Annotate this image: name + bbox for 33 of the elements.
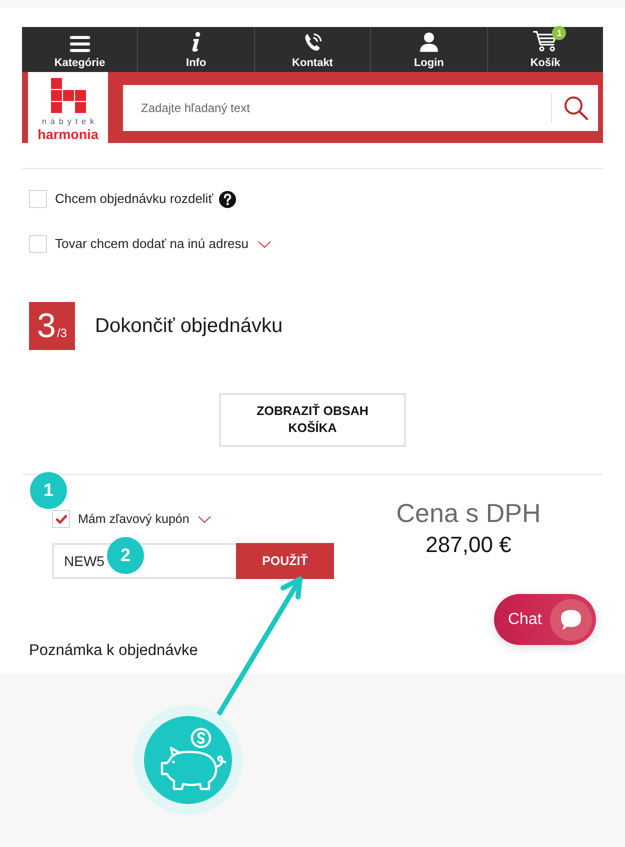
search-field[interactable]: Zadajte hľadaný text xyxy=(123,84,551,130)
checkbox[interactable] xyxy=(52,510,70,528)
info-icon xyxy=(191,32,202,52)
menu-icon xyxy=(70,36,90,52)
checkmark-icon xyxy=(56,514,66,524)
chat-bubble-icon xyxy=(550,598,592,640)
help-icon[interactable] xyxy=(219,190,236,208)
nav-button[interactable]: Kategórie xyxy=(22,27,138,72)
note-label: Poznámka k objednávke xyxy=(28,641,198,661)
price-label: Cena s DPH xyxy=(396,497,541,529)
logo-icon xyxy=(50,78,86,113)
logo-panel[interactable]: nábytek harmonia xyxy=(28,72,108,143)
price-amount: 287,00 € xyxy=(426,531,512,559)
checkbox[interactable] xyxy=(29,235,47,253)
logo-tagline: nábytek xyxy=(42,117,98,127)
option-label: Chcem objednávku rozdeliť xyxy=(55,190,214,208)
checkbox[interactable] xyxy=(29,190,47,208)
search-icon xyxy=(564,96,588,120)
user-icon xyxy=(420,32,438,52)
chat-button[interactable]: Chat xyxy=(494,594,596,645)
coupon-label: Mám zľavový kupón xyxy=(78,511,190,528)
search-button[interactable] xyxy=(551,84,598,130)
step-counter: 3/3 xyxy=(29,302,75,350)
phone-icon xyxy=(302,32,323,52)
option-label: Tovar chcem dodať na inú adresu xyxy=(55,235,248,253)
show-cart-button[interactable]: ZOBRAZIŤ OBSAH KOŠÍKA xyxy=(219,393,406,447)
cart-count: 1 xyxy=(552,26,566,40)
apply-button[interactable]: POUŽIŤ xyxy=(236,543,334,579)
step-title: Dokončiť objednávku xyxy=(95,314,283,338)
chevron-down-icon[interactable] xyxy=(198,516,212,522)
piggy-bank-icon xyxy=(133,705,243,815)
logo-wordmark: harmonia xyxy=(38,127,98,142)
chevron-down-icon[interactable] xyxy=(258,240,270,248)
